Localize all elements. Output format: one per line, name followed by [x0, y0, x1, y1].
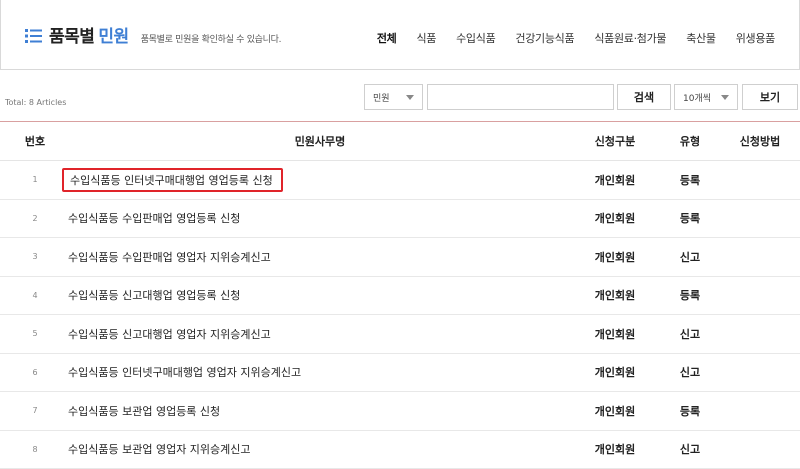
- complaint-table: 번호 민원사무명 신청구분 유형 신청방법 1 수입식품등 인터넷구매대행업 영…: [0, 121, 800, 469]
- row-kind: 신고: [660, 441, 720, 457]
- table-row: 4 수입식품등 신고대행업 영업등록 신청 개인회원 등록: [0, 277, 800, 316]
- row-number: 7: [0, 406, 70, 415]
- filter-select[interactable]: 민원: [364, 84, 423, 110]
- category-tab-livestock[interactable]: 축산물: [686, 30, 715, 46]
- row-kind: 신고: [660, 326, 720, 342]
- category-tab-all[interactable]: 전체: [377, 30, 397, 46]
- search-input[interactable]: [427, 84, 614, 110]
- row-kind: 등록: [660, 287, 720, 303]
- header-no: 번호: [0, 133, 70, 149]
- header-method: 신청방법: [720, 133, 800, 149]
- view-button[interactable]: 보기: [742, 84, 798, 110]
- complaint-name-link[interactable]: 수입식품등 인터넷구매대행업 영업자 지위승계신고: [62, 361, 307, 383]
- row-type: 개인회원: [570, 403, 660, 419]
- row-kind: 등록: [660, 210, 720, 226]
- header-name: 민원사무명: [70, 133, 570, 149]
- row-kind: 등록: [660, 172, 720, 188]
- row-type: 개인회원: [570, 210, 660, 226]
- category-tab-imported-food[interactable]: 수입식품: [456, 30, 495, 46]
- category-tab-health-functional-food[interactable]: 건강기능식품: [515, 30, 574, 46]
- page-title: 품목별 민원 품목별로 민원을 확인하실 수 있습니다.: [25, 22, 281, 47]
- complaint-name-link[interactable]: 수입식품등 신고대행업 영업등록 신청: [62, 284, 246, 306]
- row-number: 3: [0, 252, 70, 261]
- table-header: 번호 민원사무명 신청구분 유형 신청방법: [0, 121, 800, 161]
- row-kind: 등록: [660, 403, 720, 419]
- category-tab-sanitary-products[interactable]: 위생용품: [736, 30, 775, 46]
- title-main: 품목별: [49, 22, 94, 47]
- category-tab-food-ingredients-additives[interactable]: 식품원료·첨가물: [594, 30, 666, 46]
- page-header: 품목별 민원 품목별로 민원을 확인하실 수 있습니다. 전체 식품 수입식품 …: [0, 0, 800, 70]
- category-tab-food[interactable]: 식품: [416, 30, 436, 46]
- list-icon: [25, 28, 43, 44]
- row-type: 개인회원: [570, 172, 660, 188]
- row-number: 2: [0, 214, 70, 223]
- table-row: 5 수입식품등 신고대행업 영업자 지위승계신고 개인회원 신고: [0, 315, 800, 354]
- complaint-name-link[interactable]: 수입식품등 수입판매업 영업자 지위승계신고: [62, 246, 277, 268]
- table-row: 7 수입식품등 보관업 영업등록 신청 개인회원 등록: [0, 392, 800, 431]
- row-type: 개인회원: [570, 287, 660, 303]
- total-count: Total: 8 Articles: [5, 98, 66, 107]
- complaint-name-link[interactable]: 수입식품등 보관업 영업자 지위승계신고: [62, 438, 257, 460]
- table-row: 2 수입식품등 수입판매업 영업등록 신청 개인회원 등록: [0, 200, 800, 239]
- row-number: 5: [0, 329, 70, 338]
- title-accent: 민원: [98, 22, 128, 47]
- complaint-name-link[interactable]: 수입식품등 수입판매업 영업등록 신청: [62, 207, 246, 229]
- row-number: 8: [0, 445, 70, 454]
- page-size-select-value: 10개씩: [683, 91, 711, 104]
- row-kind: 신고: [660, 249, 720, 265]
- complaint-name-link[interactable]: 수입식품등 보관업 영업등록 신청: [62, 400, 226, 422]
- chevron-down-icon: [406, 95, 414, 100]
- page-size-select[interactable]: 10개씩: [674, 84, 738, 110]
- row-number: 6: [0, 368, 70, 377]
- chevron-down-icon: [721, 95, 729, 100]
- header-kind: 유형: [660, 133, 720, 149]
- header-type: 신청구분: [570, 133, 660, 149]
- row-type: 개인회원: [570, 249, 660, 265]
- search-button[interactable]: 검색: [617, 84, 671, 110]
- row-type: 개인회원: [570, 364, 660, 380]
- category-nav: 전체 식품 수입식품 건강기능식품 식품원료·첨가물 축산물 위생용품: [357, 30, 775, 46]
- row-number: 4: [0, 291, 70, 300]
- table-row: 6 수입식품등 인터넷구매대행업 영업자 지위승계신고 개인회원 신고: [0, 354, 800, 393]
- complaint-name-link[interactable]: 수입식품등 인터넷구매대행업 영업등록 신청: [62, 168, 283, 192]
- row-kind: 신고: [660, 364, 720, 380]
- row-type: 개인회원: [570, 326, 660, 342]
- table-row: 3 수입식품등 수입판매업 영업자 지위승계신고 개인회원 신고: [0, 238, 800, 277]
- complaint-name-link[interactable]: 수입식품등 신고대행업 영업자 지위승계신고: [62, 323, 277, 345]
- row-type: 개인회원: [570, 441, 660, 457]
- page-subtitle: 품목별로 민원을 확인하실 수 있습니다.: [141, 32, 282, 45]
- table-row: 1 수입식품등 인터넷구매대행업 영업등록 신청 개인회원 등록: [0, 161, 800, 200]
- filter-select-value: 민원: [373, 91, 390, 104]
- table-row: 8 수입식품등 보관업 영업자 지위승계신고 개인회원 신고: [0, 431, 800, 469]
- row-number: 1: [0, 175, 70, 184]
